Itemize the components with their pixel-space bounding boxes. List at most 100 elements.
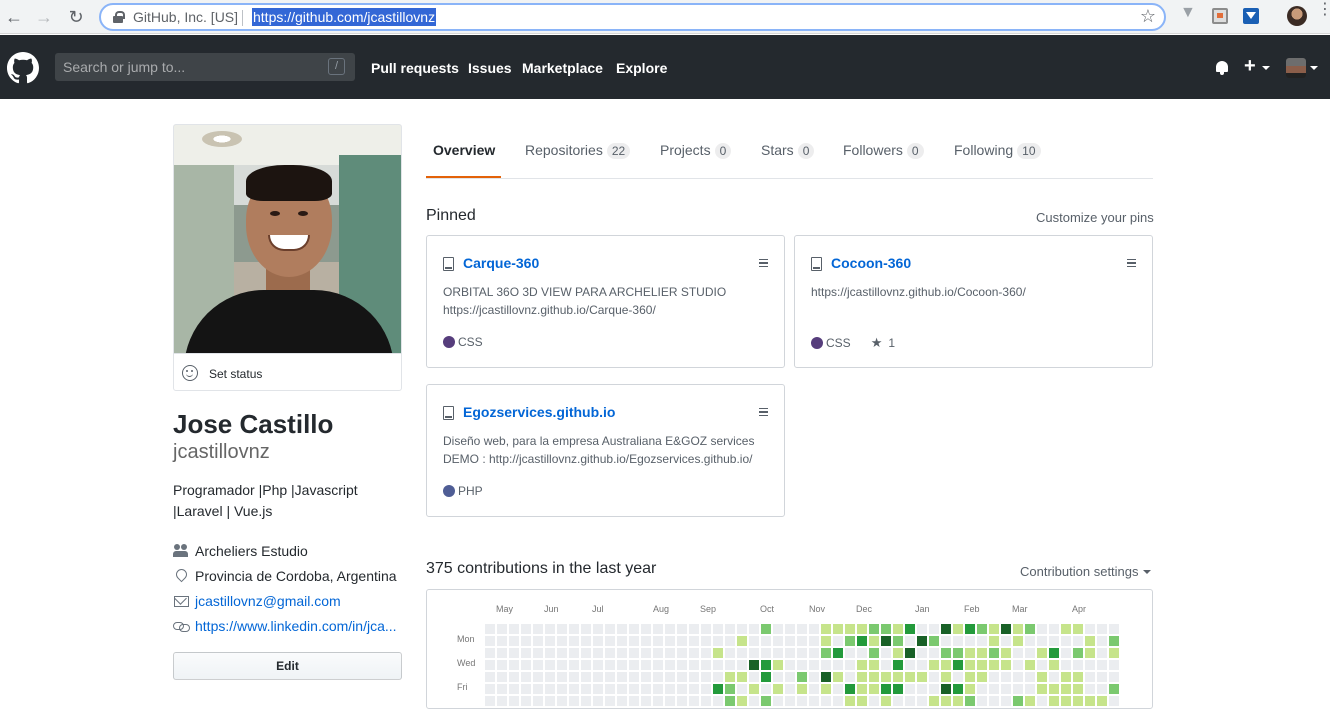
contribution-day-cell[interactable]	[1073, 624, 1083, 634]
contribution-day-cell[interactable]	[1049, 696, 1059, 706]
contribution-day-cell[interactable]	[929, 696, 939, 706]
contribution-day-cell[interactable]	[917, 648, 927, 658]
contribution-day-cell[interactable]	[977, 684, 987, 694]
contribution-day-cell[interactable]	[737, 684, 747, 694]
contribution-day-cell[interactable]	[629, 696, 639, 706]
drag-grip-icon[interactable]	[759, 408, 768, 416]
contribution-day-cell[interactable]	[1037, 672, 1047, 682]
contribution-day-cell[interactable]	[581, 624, 591, 634]
vimium-extension-icon[interactable]: ▼	[1180, 4, 1196, 21]
contribution-day-cell[interactable]	[605, 648, 615, 658]
tab-following[interactable]: Following 10	[954, 142, 1041, 159]
contribution-day-cell[interactable]	[725, 684, 735, 694]
contribution-day-cell[interactable]	[797, 624, 807, 634]
contribution-day-cell[interactable]	[701, 648, 711, 658]
contribution-day-cell[interactable]	[809, 672, 819, 682]
contribution-day-cell[interactable]	[497, 636, 507, 646]
contribution-day-cell[interactable]	[1097, 636, 1107, 646]
contribution-day-cell[interactable]	[1073, 648, 1083, 658]
contribution-day-cell[interactable]	[509, 696, 519, 706]
contribution-day-cell[interactable]	[761, 672, 771, 682]
contribution-day-cell[interactable]	[1097, 648, 1107, 658]
contribution-day-cell[interactable]	[857, 648, 867, 658]
contribution-day-cell[interactable]	[497, 684, 507, 694]
contribution-day-cell[interactable]	[1061, 648, 1071, 658]
contribution-day-cell[interactable]	[929, 624, 939, 634]
contribution-day-cell[interactable]	[521, 636, 531, 646]
contribution-day-cell[interactable]	[533, 684, 543, 694]
contribution-day-cell[interactable]	[701, 684, 711, 694]
contribution-day-cell[interactable]	[989, 660, 999, 670]
contribution-day-cell[interactable]	[581, 660, 591, 670]
contribution-day-cell[interactable]	[617, 672, 627, 682]
contribution-day-cell[interactable]	[509, 660, 519, 670]
contribution-day-cell[interactable]	[989, 648, 999, 658]
contribution-day-cell[interactable]	[605, 672, 615, 682]
contribution-day-cell[interactable]	[521, 672, 531, 682]
bookmark-star-icon[interactable]: ☆	[1140, 6, 1156, 27]
contribution-day-cell[interactable]	[653, 684, 663, 694]
contribution-day-cell[interactable]	[665, 672, 675, 682]
contribution-day-cell[interactable]	[485, 672, 495, 682]
contribution-day-cell[interactable]	[929, 672, 939, 682]
contribution-day-cell[interactable]	[845, 636, 855, 646]
contribution-day-cell[interactable]	[1073, 696, 1083, 706]
contribution-day-cell[interactable]	[521, 696, 531, 706]
contribution-day-cell[interactable]	[701, 696, 711, 706]
contribution-day-cell[interactable]	[689, 624, 699, 634]
nav-marketplace[interactable]: Marketplace	[522, 60, 603, 76]
contribution-day-cell[interactable]	[557, 636, 567, 646]
contribution-day-cell[interactable]	[641, 648, 651, 658]
contribution-day-cell[interactable]	[629, 636, 639, 646]
contribution-day-cell[interactable]	[593, 660, 603, 670]
contribution-day-cell[interactable]	[797, 636, 807, 646]
contribution-day-cell[interactable]	[797, 648, 807, 658]
contribution-day-cell[interactable]	[509, 624, 519, 634]
contribution-day-cell[interactable]	[1061, 672, 1071, 682]
contribution-day-cell[interactable]	[713, 684, 723, 694]
user-avatar[interactable]	[1286, 58, 1306, 78]
contribution-day-cell[interactable]	[1085, 660, 1095, 670]
tab-followers[interactable]: Followers 0	[843, 142, 924, 159]
contribution-day-cell[interactable]	[929, 636, 939, 646]
contribution-day-cell[interactable]	[857, 624, 867, 634]
contribution-day-cell[interactable]	[641, 636, 651, 646]
contribution-day-cell[interactable]	[557, 684, 567, 694]
contribution-day-cell[interactable]	[509, 648, 519, 658]
repo-name-link[interactable]: Egozservices.github.io	[463, 404, 615, 420]
contribution-day-cell[interactable]	[773, 660, 783, 670]
contribution-day-cell[interactable]	[869, 660, 879, 670]
contribution-day-cell[interactable]	[761, 660, 771, 670]
contribution-day-cell[interactable]	[533, 672, 543, 682]
contribution-day-cell[interactable]	[1061, 696, 1071, 706]
contribution-day-cell[interactable]	[989, 684, 999, 694]
contribution-day-cell[interactable]	[953, 696, 963, 706]
contribution-day-cell[interactable]	[1049, 672, 1059, 682]
contribution-day-cell[interactable]	[857, 672, 867, 682]
contribution-day-cell[interactable]	[1109, 684, 1119, 694]
contribution-day-cell[interactable]	[737, 636, 747, 646]
contribution-day-cell[interactable]	[857, 696, 867, 706]
customize-pins-link[interactable]: Customize your pins	[1036, 210, 1154, 225]
contribution-day-cell[interactable]	[785, 684, 795, 694]
contribution-day-cell[interactable]	[809, 660, 819, 670]
repo-name-link[interactable]: Carque-360	[463, 255, 539, 271]
contribution-day-cell[interactable]	[881, 696, 891, 706]
contribution-day-cell[interactable]	[605, 636, 615, 646]
contribution-day-cell[interactable]	[1097, 660, 1107, 670]
contribution-day-cell[interactable]	[701, 636, 711, 646]
contribution-day-cell[interactable]	[941, 696, 951, 706]
contribution-day-cell[interactable]	[1109, 672, 1119, 682]
contribution-day-cell[interactable]	[1001, 672, 1011, 682]
contribution-day-cell[interactable]	[941, 648, 951, 658]
contribution-day-cell[interactable]	[833, 636, 843, 646]
contribution-day-cell[interactable]	[737, 696, 747, 706]
contribution-settings-dropdown[interactable]: Contribution settings	[1020, 564, 1151, 579]
contribution-day-cell[interactable]	[857, 660, 867, 670]
nav-pull-requests[interactable]: Pull requests	[371, 60, 459, 76]
contribution-day-cell[interactable]	[809, 648, 819, 658]
contribution-day-cell[interactable]	[509, 684, 519, 694]
contribution-day-cell[interactable]	[737, 660, 747, 670]
create-new-plus-icon[interactable]: +	[1244, 55, 1256, 78]
create-new-caret-icon[interactable]	[1262, 66, 1270, 70]
